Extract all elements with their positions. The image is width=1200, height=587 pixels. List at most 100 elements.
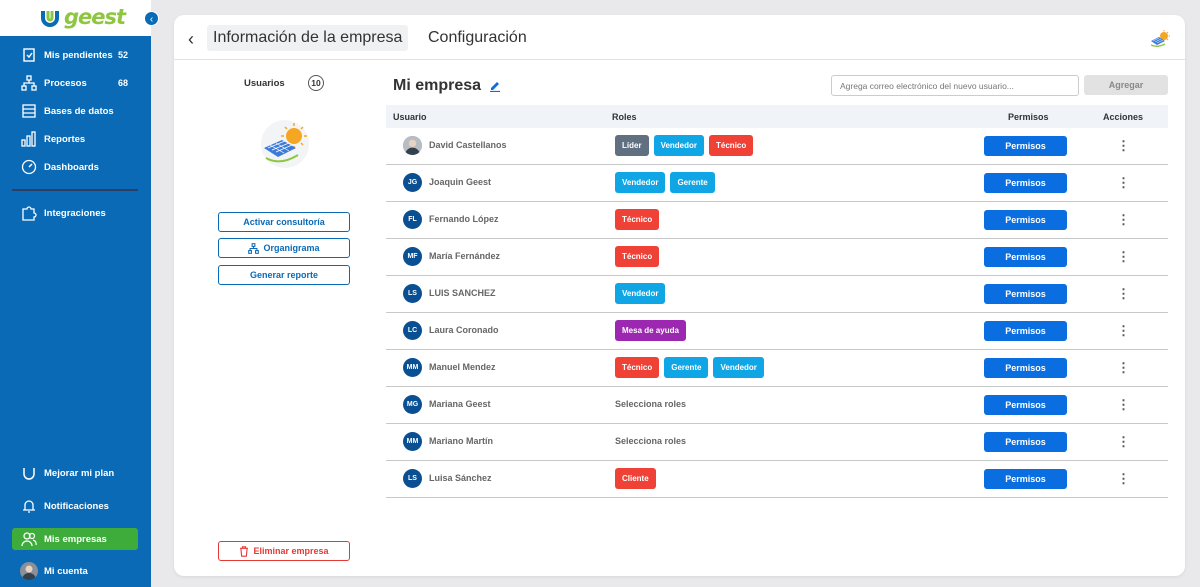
role-badge[interactable]: Técnico (615, 246, 660, 267)
user-name: LUIS SANCHEZ (429, 288, 496, 298)
new-user-email-input[interactable] (831, 75, 1079, 96)
clipboard-icon (20, 46, 38, 64)
role-badge[interactable]: Líder (615, 135, 649, 156)
sidebar: geest ‹ Mis pendientes 52 Procesos 68 Ba… (0, 0, 159, 587)
sidebar-item-label: Notificaciones (44, 500, 109, 512)
role-badge[interactable]: Gerente (670, 172, 715, 193)
select-roles-placeholder[interactable]: Selecciona roles (615, 431, 686, 452)
select-roles-placeholder[interactable]: Selecciona roles (615, 394, 686, 415)
users-icon (20, 530, 38, 548)
roles-cell[interactable]: Mesa de ayuda (615, 320, 686, 341)
sidebar-item-dashboards[interactable]: Dashboards (12, 156, 138, 178)
user-name: Laura Coronado (429, 325, 499, 335)
sidebar-item-label: Reportes (44, 133, 86, 145)
bar-chart-icon (20, 130, 38, 148)
role-badge[interactable]: Vendedor (713, 357, 764, 378)
role-badge[interactable]: Técnico (615, 209, 660, 230)
sidebar-item-mis-pendientes[interactable]: Mis pendientes 52 (12, 44, 138, 66)
process-tree-icon (20, 74, 38, 92)
more-actions-icon[interactable]: ⋮ (1117, 358, 1130, 378)
add-user-button[interactable]: Agregar (1084, 75, 1168, 95)
roles-cell[interactable]: Técnico Gerente Vendedor (615, 357, 764, 378)
user-name: Luisa Sánchez (429, 473, 492, 483)
permissions-button[interactable]: Permisos (984, 469, 1067, 489)
more-actions-icon[interactable]: ⋮ (1117, 284, 1130, 304)
sidebar-item-notificaciones[interactable]: Notificaciones (12, 495, 138, 517)
sidebar-item-mejorar-plan[interactable]: Mejorar mi plan (12, 462, 138, 484)
database-icon (20, 102, 38, 120)
permissions-button[interactable]: Permisos (984, 321, 1067, 341)
sidebar-item-reportes[interactable]: Reportes (12, 128, 138, 150)
column-header-actions: Acciones (1103, 111, 1144, 122)
avatar: MG (403, 395, 422, 414)
more-actions-icon[interactable]: ⋮ (1117, 247, 1130, 267)
sidebar-item-label: Mis empresas (44, 533, 107, 545)
avatar: LS (403, 284, 422, 303)
role-badge[interactable]: Vendedor (615, 172, 666, 193)
table-row: MG Mariana Geest Selecciona roles Permisos ⋮ (386, 387, 1168, 424)
role-badge[interactable]: Cliente (615, 468, 656, 489)
role-badge[interactable]: Vendedor (615, 283, 666, 304)
roles-cell[interactable]: Selecciona roles (615, 431, 686, 452)
logo-area: geest (0, 0, 151, 36)
more-actions-icon[interactable]: ⋮ (1117, 321, 1130, 341)
more-actions-icon[interactable]: ⋮ (1117, 210, 1130, 230)
column-header-user: Usuario (393, 111, 427, 122)
more-actions-icon[interactable]: ⋮ (1117, 469, 1130, 489)
roles-cell[interactable]: Vendedor Gerente (615, 172, 715, 193)
back-button[interactable]: ‹ (188, 29, 194, 49)
trash-icon (240, 545, 249, 557)
table-header: Usuario Roles Permisos Acciones (386, 105, 1168, 128)
permissions-button[interactable]: Permisos (984, 432, 1067, 452)
user-name: Joaquin Geest (429, 177, 492, 187)
sidebar-item-procesos[interactable]: Procesos 68 (12, 72, 138, 94)
process-count: 68 (117, 78, 128, 88)
table-row: LC Laura Coronado Mesa de ayuda Permisos ⋮ (386, 313, 1168, 350)
sidebar-item-mis-empresas[interactable]: Mis empresas (12, 528, 138, 550)
roles-cell[interactable]: Técnico (615, 209, 660, 230)
more-actions-icon[interactable]: ⋮ (1117, 173, 1130, 193)
sidebar-item-bases-de-datos[interactable]: Bases de datos (12, 100, 138, 122)
role-badge[interactable]: Técnico (709, 135, 754, 156)
permissions-button[interactable]: Permisos (984, 395, 1067, 415)
roles-cell[interactable]: Cliente (615, 468, 656, 489)
roles-cell[interactable]: Técnico (615, 246, 660, 267)
company-logo-small-icon[interactable] (1149, 29, 1171, 49)
roles-cell[interactable]: Vendedor (615, 283, 666, 304)
more-actions-icon[interactable]: ⋮ (1117, 432, 1130, 452)
role-badge[interactable]: Gerente (664, 357, 709, 378)
roles-cell[interactable]: Selecciona roles (615, 394, 686, 415)
role-badge[interactable]: Técnico (615, 357, 660, 378)
permissions-button[interactable]: Permisos (984, 284, 1067, 304)
sidebar-item-mi-cuenta[interactable]: Mi cuenta (12, 560, 138, 582)
delete-company-button[interactable]: Eliminar empresa (218, 541, 350, 561)
role-badge[interactable]: Mesa de ayuda (615, 320, 686, 341)
org-chart-button[interactable]: Organigrama (218, 238, 350, 258)
company-title: Mi empresa (393, 77, 501, 95)
generate-report-button[interactable]: Generar reporte (218, 265, 350, 285)
tab-company-info[interactable]: Información de la empresa (207, 25, 409, 51)
permissions-button[interactable]: Permisos (984, 173, 1067, 193)
sidebar-item-integraciones[interactable]: Integraciones (12, 202, 138, 224)
table-row: MM Manuel Mendez Técnico Gerente Vendedor Per… (386, 350, 1168, 387)
geest-logo[interactable]: geest (40, 5, 126, 29)
roles-cell[interactable]: Líder Vendedor Técnico (615, 135, 754, 156)
table-row: MM Mariano Martín Selecciona roles Permisos… (386, 424, 1168, 461)
more-actions-icon[interactable]: ⋮ (1117, 395, 1130, 415)
permissions-button[interactable]: Permisos (984, 136, 1067, 156)
tab-settings[interactable]: Configuración (428, 25, 527, 51)
brand-name: geest (64, 5, 126, 29)
role-badge[interactable]: Vendedor (653, 135, 705, 156)
button-label: Eliminar empresa (253, 546, 329, 556)
sidebar-item-label: Mi cuenta (44, 565, 88, 577)
permissions-button[interactable]: Permisos (984, 210, 1067, 230)
edit-pencil-icon[interactable] (489, 80, 501, 92)
sidebar-item-label: Procesos (44, 77, 87, 89)
activate-consulting-button[interactable]: Activar consultoría (218, 212, 350, 232)
collapse-sidebar-button[interactable]: ‹ (144, 11, 159, 26)
permissions-button[interactable]: Permisos (984, 247, 1067, 267)
permissions-button[interactable]: Permisos (984, 358, 1067, 378)
more-actions-icon[interactable]: ⋮ (1117, 136, 1130, 156)
user-name: Mariano Martín (429, 436, 494, 446)
table-row: FL Fernando López Técnico Permisos ⋮ (386, 202, 1168, 239)
